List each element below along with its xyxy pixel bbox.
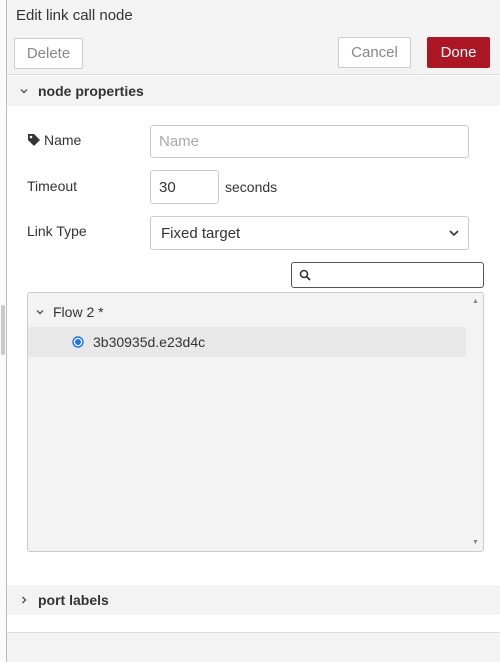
name-input[interactable] [150, 125, 469, 158]
tree-flow-row[interactable]: Flow 2 * [28, 297, 466, 327]
section-port-labels[interactable]: port labels [7, 585, 500, 615]
section-label: node properties [38, 83, 144, 99]
tree-node-row[interactable]: 3b30935d.e23d4c [28, 327, 466, 357]
search-icon [299, 269, 311, 281]
tray-title: Edit link call node [16, 7, 133, 24]
timeout-input[interactable] [150, 170, 219, 204]
tag-icon [28, 134, 40, 146]
chevron-down-icon [449, 230, 459, 237]
tray-header: Edit link call node Delete Cancel Done [7, 0, 500, 75]
tray-footer [7, 633, 500, 662]
chevron-down-icon [34, 307, 46, 317]
resize-handle[interactable] [1, 305, 5, 355]
scroll-down-icon[interactable]: ▼ [471, 538, 480, 547]
radio-selected-icon[interactable] [72, 336, 84, 348]
timeout-unit: seconds [225, 179, 278, 195]
chevron-down-icon [17, 86, 31, 96]
link-type-label: Link Type [27, 223, 87, 239]
section-node-properties[interactable]: node properties [7, 76, 500, 106]
link-type-value: Fixed target [161, 224, 241, 242]
scroll-up-icon[interactable]: ▲ [471, 297, 480, 306]
timeout-label: Timeout [27, 178, 78, 194]
chevron-right-icon [17, 595, 31, 605]
flow-label: Flow 2 * [53, 304, 104, 320]
section-label: port labels [38, 592, 109, 608]
done-button[interactable]: Done [427, 37, 490, 68]
name-label-text: Name [44, 132, 82, 148]
link-target-tree: Flow 2 * 3b30935d.e23d4c ▲ ▼ [27, 292, 484, 552]
edit-tray: Edit link call node Delete Cancel Done n… [6, 0, 500, 662]
delete-button[interactable]: Delete [14, 38, 83, 69]
name-label: Name [27, 132, 81, 148]
link-type-select[interactable]: Fixed target [150, 216, 469, 250]
search-input[interactable] [291, 262, 484, 288]
node-label: 3b30935d.e23d4c [93, 334, 206, 350]
cancel-button[interactable]: Cancel [338, 37, 411, 68]
